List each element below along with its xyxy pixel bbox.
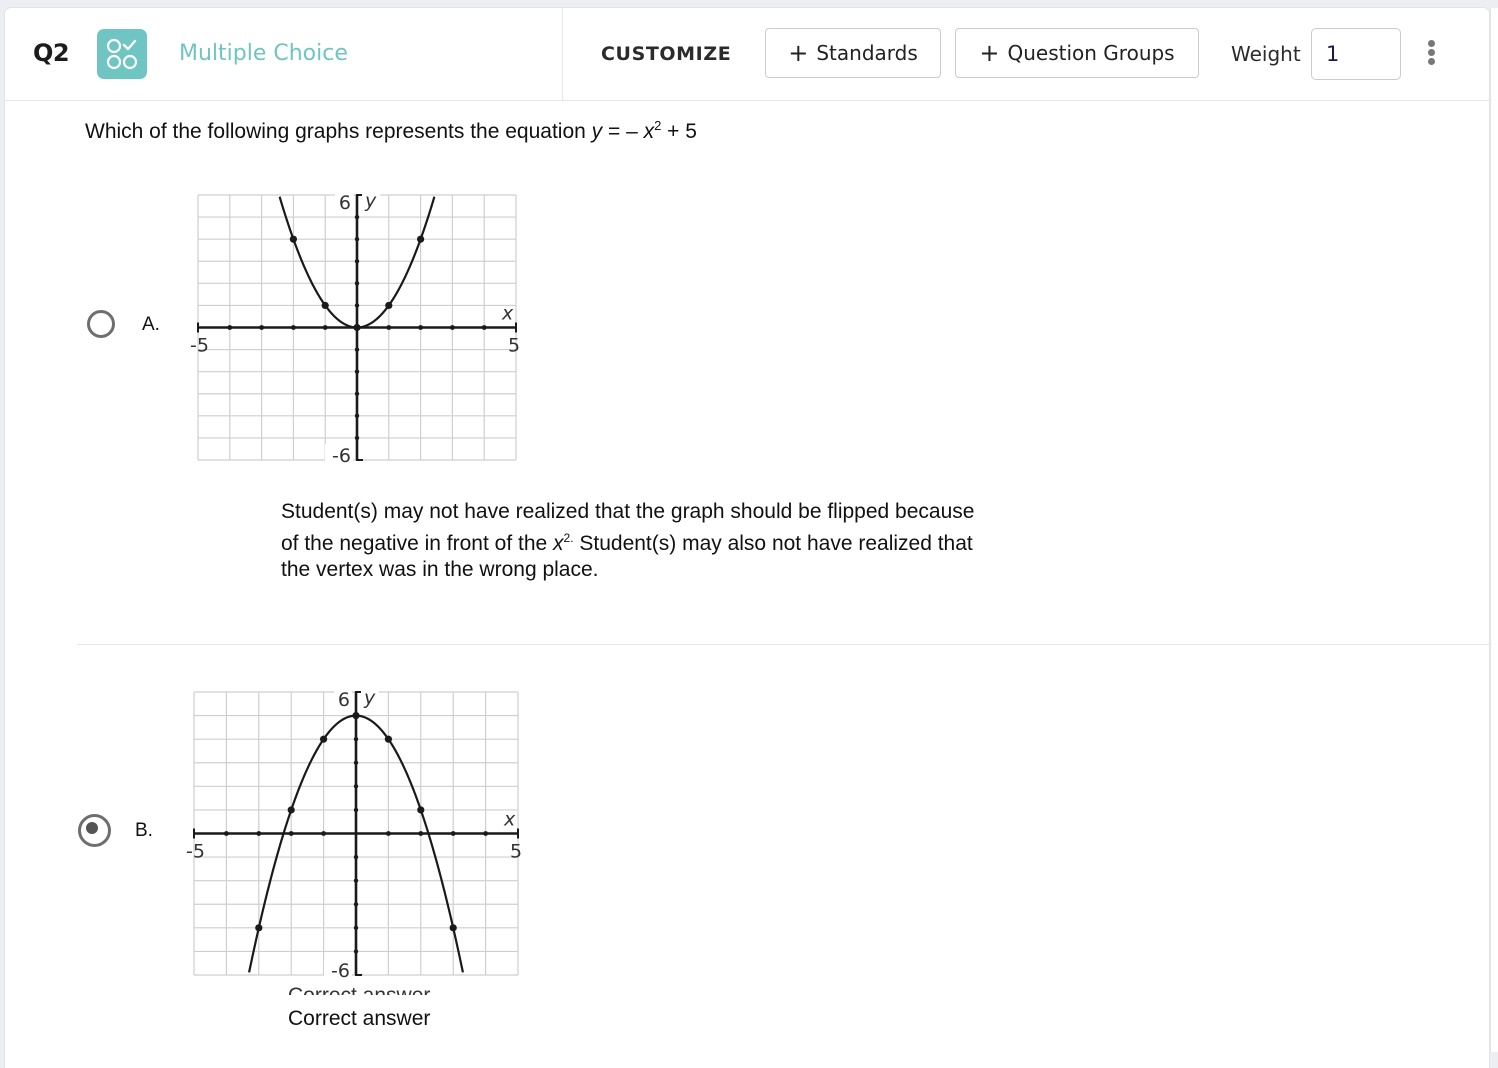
- y-tick: [353, 949, 359, 954]
- x-tick: [259, 325, 264, 330]
- y-tick: [354, 369, 360, 374]
- header-divider: [562, 8, 563, 100]
- data-point: [417, 235, 425, 243]
- choice-a-radio[interactable]: [87, 310, 115, 338]
- x-tick: [450, 325, 455, 330]
- y-tick: [353, 854, 359, 860]
- x-min-label: -5: [186, 841, 205, 863]
- data-point: [417, 806, 425, 814]
- x-tick: [481, 325, 487, 330]
- choice-a-graph: 6 y -6 -5 5 x: [190, 190, 520, 467]
- y-axis-label: y: [363, 687, 376, 709]
- data-point: [255, 924, 263, 932]
- question-type-label: Multiple Choice: [179, 41, 348, 66]
- y-min-label: -6: [331, 960, 350, 982]
- y-min-label: -6: [332, 445, 351, 467]
- add-question-groups-button[interactable]: + Question Groups: [955, 28, 1199, 78]
- data-point: [352, 711, 360, 720]
- x-tick: [321, 831, 326, 836]
- choice-separator: [77, 644, 1489, 645]
- choice-a-letter: A.: [142, 314, 160, 335]
- rationale-var-x: x: [553, 532, 564, 555]
- x-tick: [386, 831, 391, 836]
- choice-b-radio[interactable]: [78, 814, 111, 847]
- ghost-text: Correct answer: [288, 984, 430, 995]
- adjacent-panel-edge: [1490, 8, 1498, 1052]
- y-tick: [353, 736, 359, 742]
- x-tick: [450, 831, 456, 836]
- add-question-groups-label: Question Groups: [1007, 41, 1175, 65]
- y-tick: [354, 236, 360, 242]
- correct-answer-label: Correct answer: [288, 1007, 431, 1030]
- add-standards-button[interactable]: + Standards: [765, 28, 941, 78]
- y-tick: [354, 413, 360, 419]
- y-tick: [354, 347, 360, 352]
- choice-b-graph: 6 y -6 -5 5 x: [186, 687, 522, 982]
- x-tick: [386, 325, 392, 330]
- y-max-label: 6: [338, 689, 350, 711]
- add-standards-label: Standards: [816, 41, 918, 65]
- x-tick: [291, 325, 296, 330]
- choice-a-rationale: Student(s) may not have realized that th…: [281, 499, 981, 583]
- x-tick: [288, 831, 294, 836]
- y-tick: [354, 391, 360, 396]
- x-tick: [418, 325, 423, 330]
- y-tick: [353, 878, 359, 883]
- weight-input[interactable]: [1311, 28, 1401, 80]
- y-tick: [353, 760, 359, 765]
- data-point: [321, 301, 329, 310]
- plus-icon: +: [788, 39, 809, 67]
- x-tick: [227, 325, 233, 330]
- question-var-x: x: [643, 120, 655, 143]
- y-tick: [353, 925, 359, 931]
- x-tick: [322, 325, 328, 330]
- x-tick: [256, 831, 262, 836]
- question-number: Q2: [33, 39, 70, 67]
- x-max-label: 5: [510, 841, 522, 863]
- question-equals: = –: [602, 120, 644, 143]
- plus-icon: +: [979, 39, 1000, 67]
- y-tick: [354, 435, 360, 441]
- question-suffix: + 5: [661, 120, 697, 143]
- data-point: [385, 301, 393, 310]
- question-var-y: y: [591, 120, 603, 143]
- choice-b-letter: B.: [135, 820, 153, 841]
- y-tick: [354, 259, 360, 264]
- x-tick: [224, 831, 229, 836]
- data-point: [384, 735, 392, 743]
- y-tick: [353, 807, 359, 813]
- x-tick: [418, 831, 424, 836]
- y-tick: [354, 281, 360, 286]
- y-tick: [353, 902, 359, 907]
- data-point: [289, 235, 297, 243]
- question-card: Q2 Multiple Choice CUSTOMIZE + Standards…: [5, 8, 1489, 1068]
- x-min-label: -5: [190, 335, 209, 357]
- question-header: Q2 Multiple Choice CUSTOMIZE + Standards…: [5, 8, 1489, 101]
- x-axis-label: x: [503, 809, 516, 831]
- y-max-label: 6: [339, 192, 351, 214]
- data-point: [353, 323, 361, 332]
- question-prompt: Which of the following graphs represents…: [85, 118, 697, 144]
- data-point: [320, 735, 328, 743]
- x-tick: [483, 831, 488, 836]
- question-text: Which of the following graphs represents…: [85, 120, 592, 143]
- y-axis-label: y: [364, 190, 377, 212]
- x-max-label: 5: [508, 335, 520, 357]
- data-point: [449, 924, 457, 932]
- weight-label: Weight: [1231, 42, 1301, 66]
- x-axis-label: x: [501, 303, 514, 325]
- y-tick: [354, 214, 360, 220]
- customize-button[interactable]: CUSTOMIZE: [601, 43, 731, 65]
- data-point: [287, 806, 295, 814]
- multiple-choice-icon: [97, 29, 147, 79]
- y-tick: [354, 303, 360, 308]
- correct-answer-ghost: Correct answer: [288, 982, 508, 995]
- rationale-exponent: 2.: [563, 531, 574, 545]
- vertical-ellipsis-icon[interactable]: [1425, 40, 1437, 68]
- y-tick: [353, 784, 359, 789]
